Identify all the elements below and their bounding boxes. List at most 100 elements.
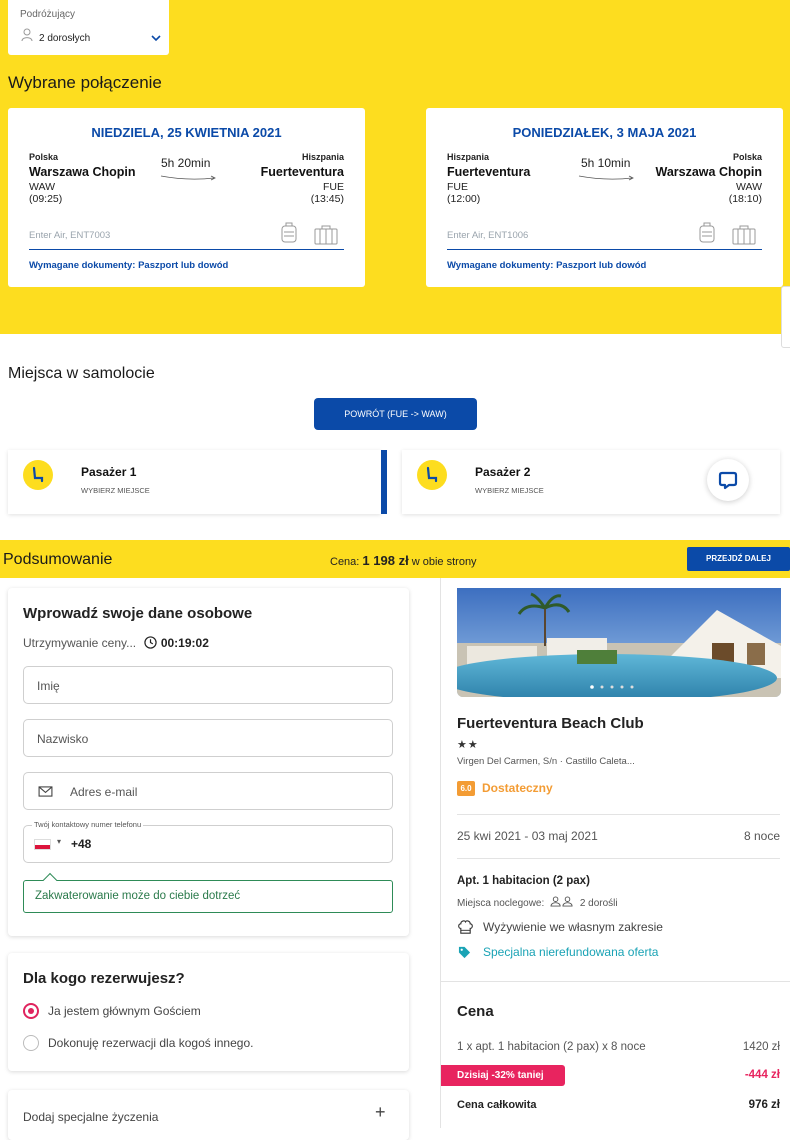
passenger-name: Pasażer 2 — [475, 465, 531, 479]
price-hold: Utrzymywanie ceny... 00:19:02 — [23, 636, 209, 650]
country-caret-icon[interactable]: ▾ — [57, 837, 61, 846]
tag-icon — [458, 946, 471, 959]
flight-arrow-icon — [160, 175, 216, 181]
plus-icon: + — [375, 1102, 386, 1122]
travelers-value: 2 dorosłych — [39, 33, 91, 44]
chef-hat-icon — [458, 920, 473, 934]
phone-prefix: +48 — [71, 837, 92, 851]
passenger-name: Pasażer 1 — [81, 465, 137, 479]
stay-nights: 8 noce — [743, 829, 780, 843]
summary-title: Podsumowanie — [3, 551, 113, 568]
discount-value: -444 zł — [744, 1069, 780, 1081]
chat-icon — [718, 471, 738, 490]
summary-bar: Podsumowanie Cena: 1 198 zł w obie stron… — [0, 540, 790, 578]
divider — [447, 249, 762, 250]
destination-code: FUE — [323, 181, 344, 193]
divider — [441, 981, 790, 982]
email-input[interactable]: Adres e-mail — [23, 772, 393, 810]
hotel-image — [457, 588, 781, 697]
origin-country: Polska — [29, 152, 59, 162]
destination-code: WAW — [735, 181, 762, 193]
return-flight-card: PONIEDZIAŁEK, 3 MAJA 2021 Hiszpania Pols… — [426, 108, 783, 287]
price-line-value: 1420 zł — [742, 1041, 780, 1053]
origin-airport: Fuerteventura — [447, 165, 531, 179]
origin-code: FUE — [447, 181, 468, 193]
hotel-summary: Fuerteventura Beach Club ★★ Virgen Del C… — [440, 578, 790, 1128]
suitcase-icon — [314, 225, 338, 245]
first-name-input[interactable]: Imię — [23, 666, 393, 704]
hotel-name[interactable]: Fuerteventura Beach Club — [457, 715, 644, 732]
notice-text: Zakwaterowanie może do ciebie dotrzeć — [35, 890, 241, 902]
airline-flight-number: Enter Air, ENT1006 — [447, 230, 529, 241]
destination-airport: Fuerteventura — [260, 165, 344, 179]
arrival-time: (18:10) — [728, 193, 762, 205]
chevron-down-icon — [151, 35, 161, 42]
personal-data-card: Wprowadź swoje dane osobowe Utrzymywanie… — [8, 588, 409, 936]
discount-badge: Dzisiaj -32% taniej — [441, 1065, 565, 1086]
flight-date: PONIEDZIAŁEK, 3 MAJA 2021 — [512, 125, 697, 140]
backpack-icon — [699, 222, 715, 243]
destination-airport: Warszawa Chopin — [655, 165, 763, 179]
booking-for-card: Dla kogo rezerwujesz? Ja jestem głównym … — [8, 953, 409, 1071]
hotel-photo[interactable] — [457, 588, 781, 697]
last-name-input[interactable]: Nazwisko — [23, 719, 393, 757]
airline-flight-number: Enter Air, ENT7003 — [29, 230, 111, 241]
divider — [457, 858, 780, 859]
hotel-address: Virgen Del Carmen, S/n · Castillo Caleta… — [457, 756, 635, 767]
divider — [29, 249, 344, 250]
required-documents: Wymagane dokumenty: Paszport lub dowód — [29, 260, 229, 271]
destination-country: Hiszpania — [301, 152, 344, 162]
notice-box: Zakwaterowanie może do ciebie dotrzeć — [23, 872, 393, 913]
departure-time: (09:25) — [29, 193, 63, 205]
room-type: Apt. 1 habitacion (2 pax) — [457, 875, 590, 887]
bed-places: Miejsca noclegowe: 2 dorośli — [457, 896, 618, 909]
seats-title: Miejsca w samolocie — [8, 365, 155, 382]
backpack-icon — [281, 222, 297, 243]
phone-label: Twój kontaktowy numer telefonu — [32, 820, 144, 829]
summary-price: Cena: 1 198 zł w obie strony — [330, 553, 477, 568]
passenger-1-seat[interactable]: Pasażer 1 WYBIERZ MIEJSCE — [8, 450, 381, 514]
chat-button[interactable] — [707, 459, 749, 501]
radio-main-guest[interactable] — [23, 1003, 39, 1019]
travelers-label: Podróżujący — [20, 9, 76, 20]
personal-data-title: Wprowadź swoje dane osobowe — [23, 605, 253, 622]
arrival-time: (13:45) — [310, 193, 344, 205]
price-title: Cena — [457, 1003, 494, 1020]
total-label: Cena całkowita — [457, 1099, 537, 1111]
clock-icon — [144, 636, 158, 649]
destination-country: Polska — [732, 152, 762, 162]
envelope-icon — [38, 786, 53, 797]
continue-button[interactable]: PRZEJDŹ DALEJ — [687, 547, 790, 571]
review-score: 6.0 — [457, 781, 475, 796]
booking-for-title: Dla kogo rezerwujesz? — [23, 970, 185, 987]
divider — [457, 814, 780, 815]
price-line-label: 1 x apt. 1 habitacion (2 pax) x 8 noce — [457, 1041, 646, 1053]
special-requests-label: Dodaj specjalne życzenia — [23, 1110, 159, 1124]
special-requests-card[interactable]: Dodaj specjalne życzenia + — [8, 1090, 409, 1140]
seat-icon — [23, 460, 53, 490]
notice-pointer — [42, 872, 58, 888]
person-icon — [21, 28, 33, 42]
flight-duration: 5h 20min — [161, 156, 211, 170]
radio-someone-else-label[interactable]: Dokonuję rezerwacji dla kogoś innego. — [48, 1036, 253, 1050]
origin-airport: Warszawa Chopin — [29, 165, 136, 179]
outbound-flight-card: NIEDZIELA, 25 KWIETNIA 2021 Polska Hiszp… — [8, 108, 365, 287]
active-passenger-indicator — [381, 450, 387, 514]
phone-input[interactable]: Twój kontaktowy numer telefonu ▾ +48 — [23, 820, 393, 863]
travelers-dropdown[interactable]: Podróżujący 2 dorosłych — [8, 0, 169, 55]
stay-dates: 25 kwi 2021 - 03 maj 2021 — [457, 829, 598, 843]
return-flight-seats-button[interactable]: POWRÓT (FUE -> WAW) — [314, 398, 477, 430]
total-value: 976 zł — [748, 1099, 780, 1111]
choose-seat-label: WYBIERZ MIEJSCE — [475, 486, 544, 495]
radio-someone-else[interactable] — [23, 1035, 39, 1051]
origin-code: WAW — [29, 181, 56, 193]
review-score-label: Dostateczny — [482, 781, 553, 795]
radio-main-guest-label[interactable]: Ja jestem głównym Gościem — [48, 1004, 201, 1018]
choose-seat-label: WYBIERZ MIEJSCE — [81, 486, 150, 495]
side-scroll-tab[interactable] — [781, 286, 790, 348]
required-documents: Wymagane dokumenty: Paszport lub dowód — [447, 260, 647, 271]
seat-icon — [417, 460, 447, 490]
star-rating: ★★ — [457, 739, 479, 751]
people-icon — [550, 896, 573, 907]
flight-date: NIEDZIELA, 25 KWIETNIA 2021 — [91, 125, 282, 140]
